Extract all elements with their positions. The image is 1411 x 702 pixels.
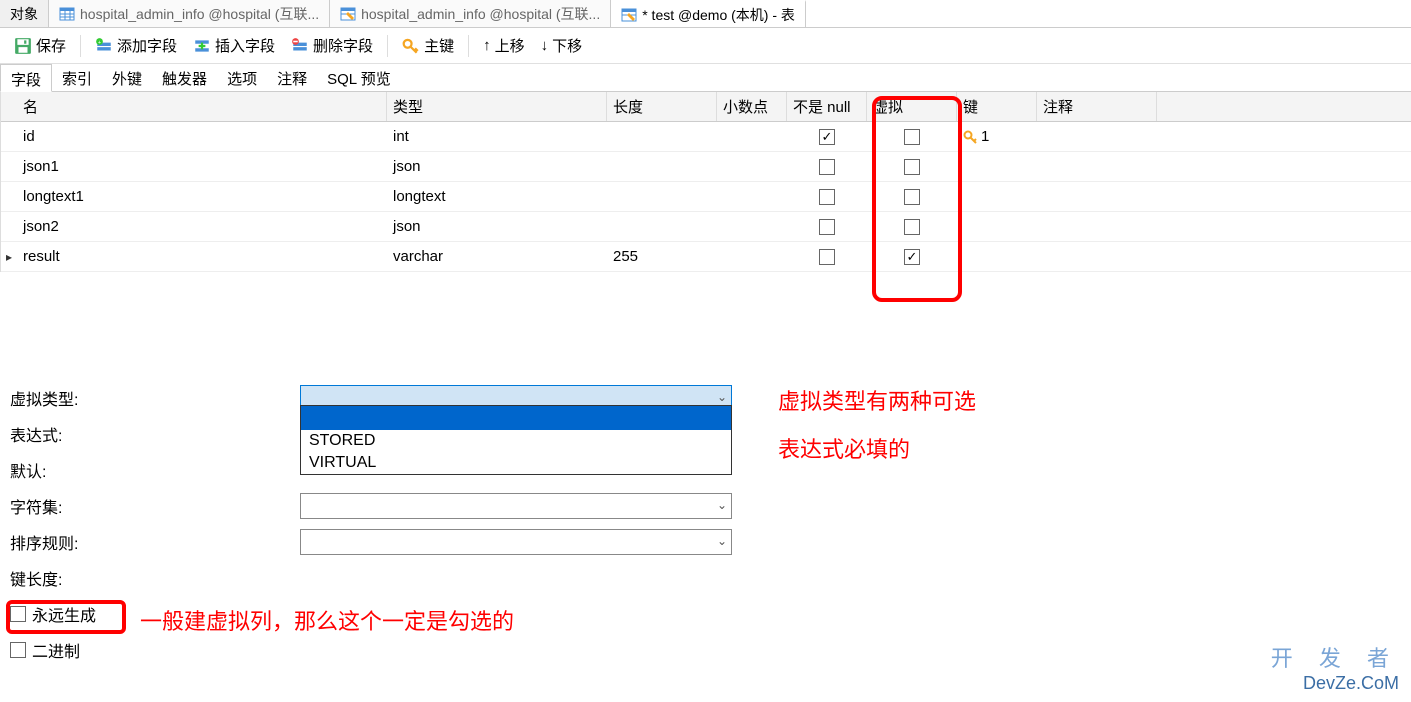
virtual-type-dropdown: STORED VIRTUAL <box>300 405 732 475</box>
annotation-expression-required: 表达式必填的 <box>778 432 910 464</box>
col-notnull[interactable]: 不是 null <box>787 92 867 121</box>
label-expression: 表达式: <box>10 422 300 446</box>
svg-text:+: + <box>98 39 101 45</box>
label-charset: 字符集: <box>10 494 300 518</box>
grid-header-row: 名 类型 长度 小数点 不是 null 虚拟 键 注释 <box>1 92 1411 122</box>
tab-object[interactable]: 对象 <box>0 0 49 27</box>
label-default: 默认: <box>10 458 300 482</box>
tab-sql-preview[interactable]: SQL 预览 <box>317 64 401 91</box>
tab-hospital-2[interactable]: hospital_admin_info @hospital (互联... <box>330 0 611 27</box>
table-row[interactable]: json2json <box>1 212 1411 242</box>
virtual-checkbox[interactable] <box>904 129 920 145</box>
label-virtual-type: 虚拟类型: <box>10 386 300 410</box>
key-icon <box>963 129 979 145</box>
delete-field-icon <box>291 37 309 55</box>
col-comment[interactable]: 注释 <box>1037 92 1157 121</box>
chevron-down-icon: ⌄ <box>717 390 727 404</box>
insert-field-icon <box>193 37 211 55</box>
watermark: 开 发 者 DevZe.CoM <box>1271 641 1399 694</box>
toolbar: 保存 + 添加字段 插入字段 删除字段 主键 ↑ 上移 ↓ 下移 <box>0 28 1411 64</box>
table-icon <box>59 6 75 22</box>
table-row[interactable]: ▸resultvarchar255 <box>1 242 1411 272</box>
arrow-up-icon: ↑ <box>483 37 491 54</box>
insert-field-button[interactable]: 插入字段 <box>187 31 281 60</box>
primary-key-button[interactable]: 主键 <box>396 31 460 60</box>
notnull-checkbox[interactable] <box>819 159 835 175</box>
dropdown-option-virtual[interactable]: VIRTUAL <box>301 452 731 474</box>
tab-comment[interactable]: 注释 <box>267 64 317 91</box>
table-row[interactable]: idint1 <box>1 122 1411 152</box>
virtual-checkbox[interactable] <box>904 159 920 175</box>
notnull-checkbox[interactable] <box>819 129 835 145</box>
collation-combo[interactable]: ⌄ <box>300 529 732 555</box>
tab-triggers[interactable]: 触发器 <box>152 64 217 91</box>
col-name[interactable]: 名 <box>17 92 387 121</box>
label-collation: 排序规则: <box>10 530 300 554</box>
table-row[interactable]: longtext1longtext <box>1 182 1411 212</box>
arrow-down-icon: ↓ <box>541 37 549 54</box>
annotation-always-generate: 一般建虚拟列，那么这个一定是勾选的 <box>140 604 514 636</box>
design-table-icon <box>340 6 356 22</box>
design-table-icon <box>621 7 637 23</box>
tab-indexes[interactable]: 索引 <box>52 64 102 91</box>
tab-hospital-1[interactable]: hospital_admin_info @hospital (互联... <box>49 0 330 27</box>
save-icon <box>14 37 32 55</box>
virtual-checkbox[interactable] <box>904 189 920 205</box>
col-decimals[interactable]: 小数点 <box>717 92 787 121</box>
charset-combo[interactable]: ⌄ <box>300 493 732 519</box>
chevron-down-icon: ⌄ <box>717 498 727 512</box>
binary-checkbox[interactable]: 二进制 <box>10 638 80 662</box>
virtual-checkbox[interactable] <box>904 249 920 265</box>
save-button[interactable]: 保存 <box>8 31 72 60</box>
col-type[interactable]: 类型 <box>387 92 607 121</box>
dropdown-option-stored[interactable]: STORED <box>301 430 731 452</box>
tab-fk[interactable]: 外键 <box>102 64 152 91</box>
add-field-icon: + <box>95 37 113 55</box>
tab-test-demo[interactable]: * test @demo (本机) - 表 <box>611 0 806 27</box>
notnull-checkbox[interactable] <box>819 249 835 265</box>
col-length[interactable]: 长度 <box>607 92 717 121</box>
virtual-checkbox[interactable] <box>904 219 920 235</box>
annotation-virtual-types: 虚拟类型有两种可选 <box>778 384 976 416</box>
col-key[interactable]: 键 <box>957 92 1037 121</box>
label-key-length: 键长度: <box>10 566 300 590</box>
tab-fields[interactable]: 字段 <box>0 64 52 92</box>
notnull-checkbox[interactable] <box>819 219 835 235</box>
chevron-down-icon: ⌄ <box>717 534 727 548</box>
delete-field-button[interactable]: 删除字段 <box>285 31 379 60</box>
top-tab-bar: 对象 hospital_admin_info @hospital (互联... … <box>0 0 1411 28</box>
always-generate-checkbox[interactable]: 永远生成 <box>10 602 96 626</box>
col-virtual[interactable]: 虚拟 <box>867 92 957 121</box>
notnull-checkbox[interactable] <box>819 189 835 205</box>
move-up-button[interactable]: ↑ 上移 <box>477 31 531 60</box>
tab-options[interactable]: 选项 <box>217 64 267 91</box>
dropdown-selected-blank[interactable] <box>301 406 731 430</box>
add-field-button[interactable]: + 添加字段 <box>89 31 183 60</box>
move-down-button[interactable]: ↓ 下移 <box>535 31 589 60</box>
key-icon <box>402 37 420 55</box>
designer-tab-bar: 字段 索引 外键 触发器 选项 注释 SQL 预览 <box>0 64 1411 92</box>
fields-grid: 名 类型 长度 小数点 不是 null 虚拟 键 注释 idint1json1j… <box>0 92 1411 272</box>
table-row[interactable]: json1json <box>1 152 1411 182</box>
